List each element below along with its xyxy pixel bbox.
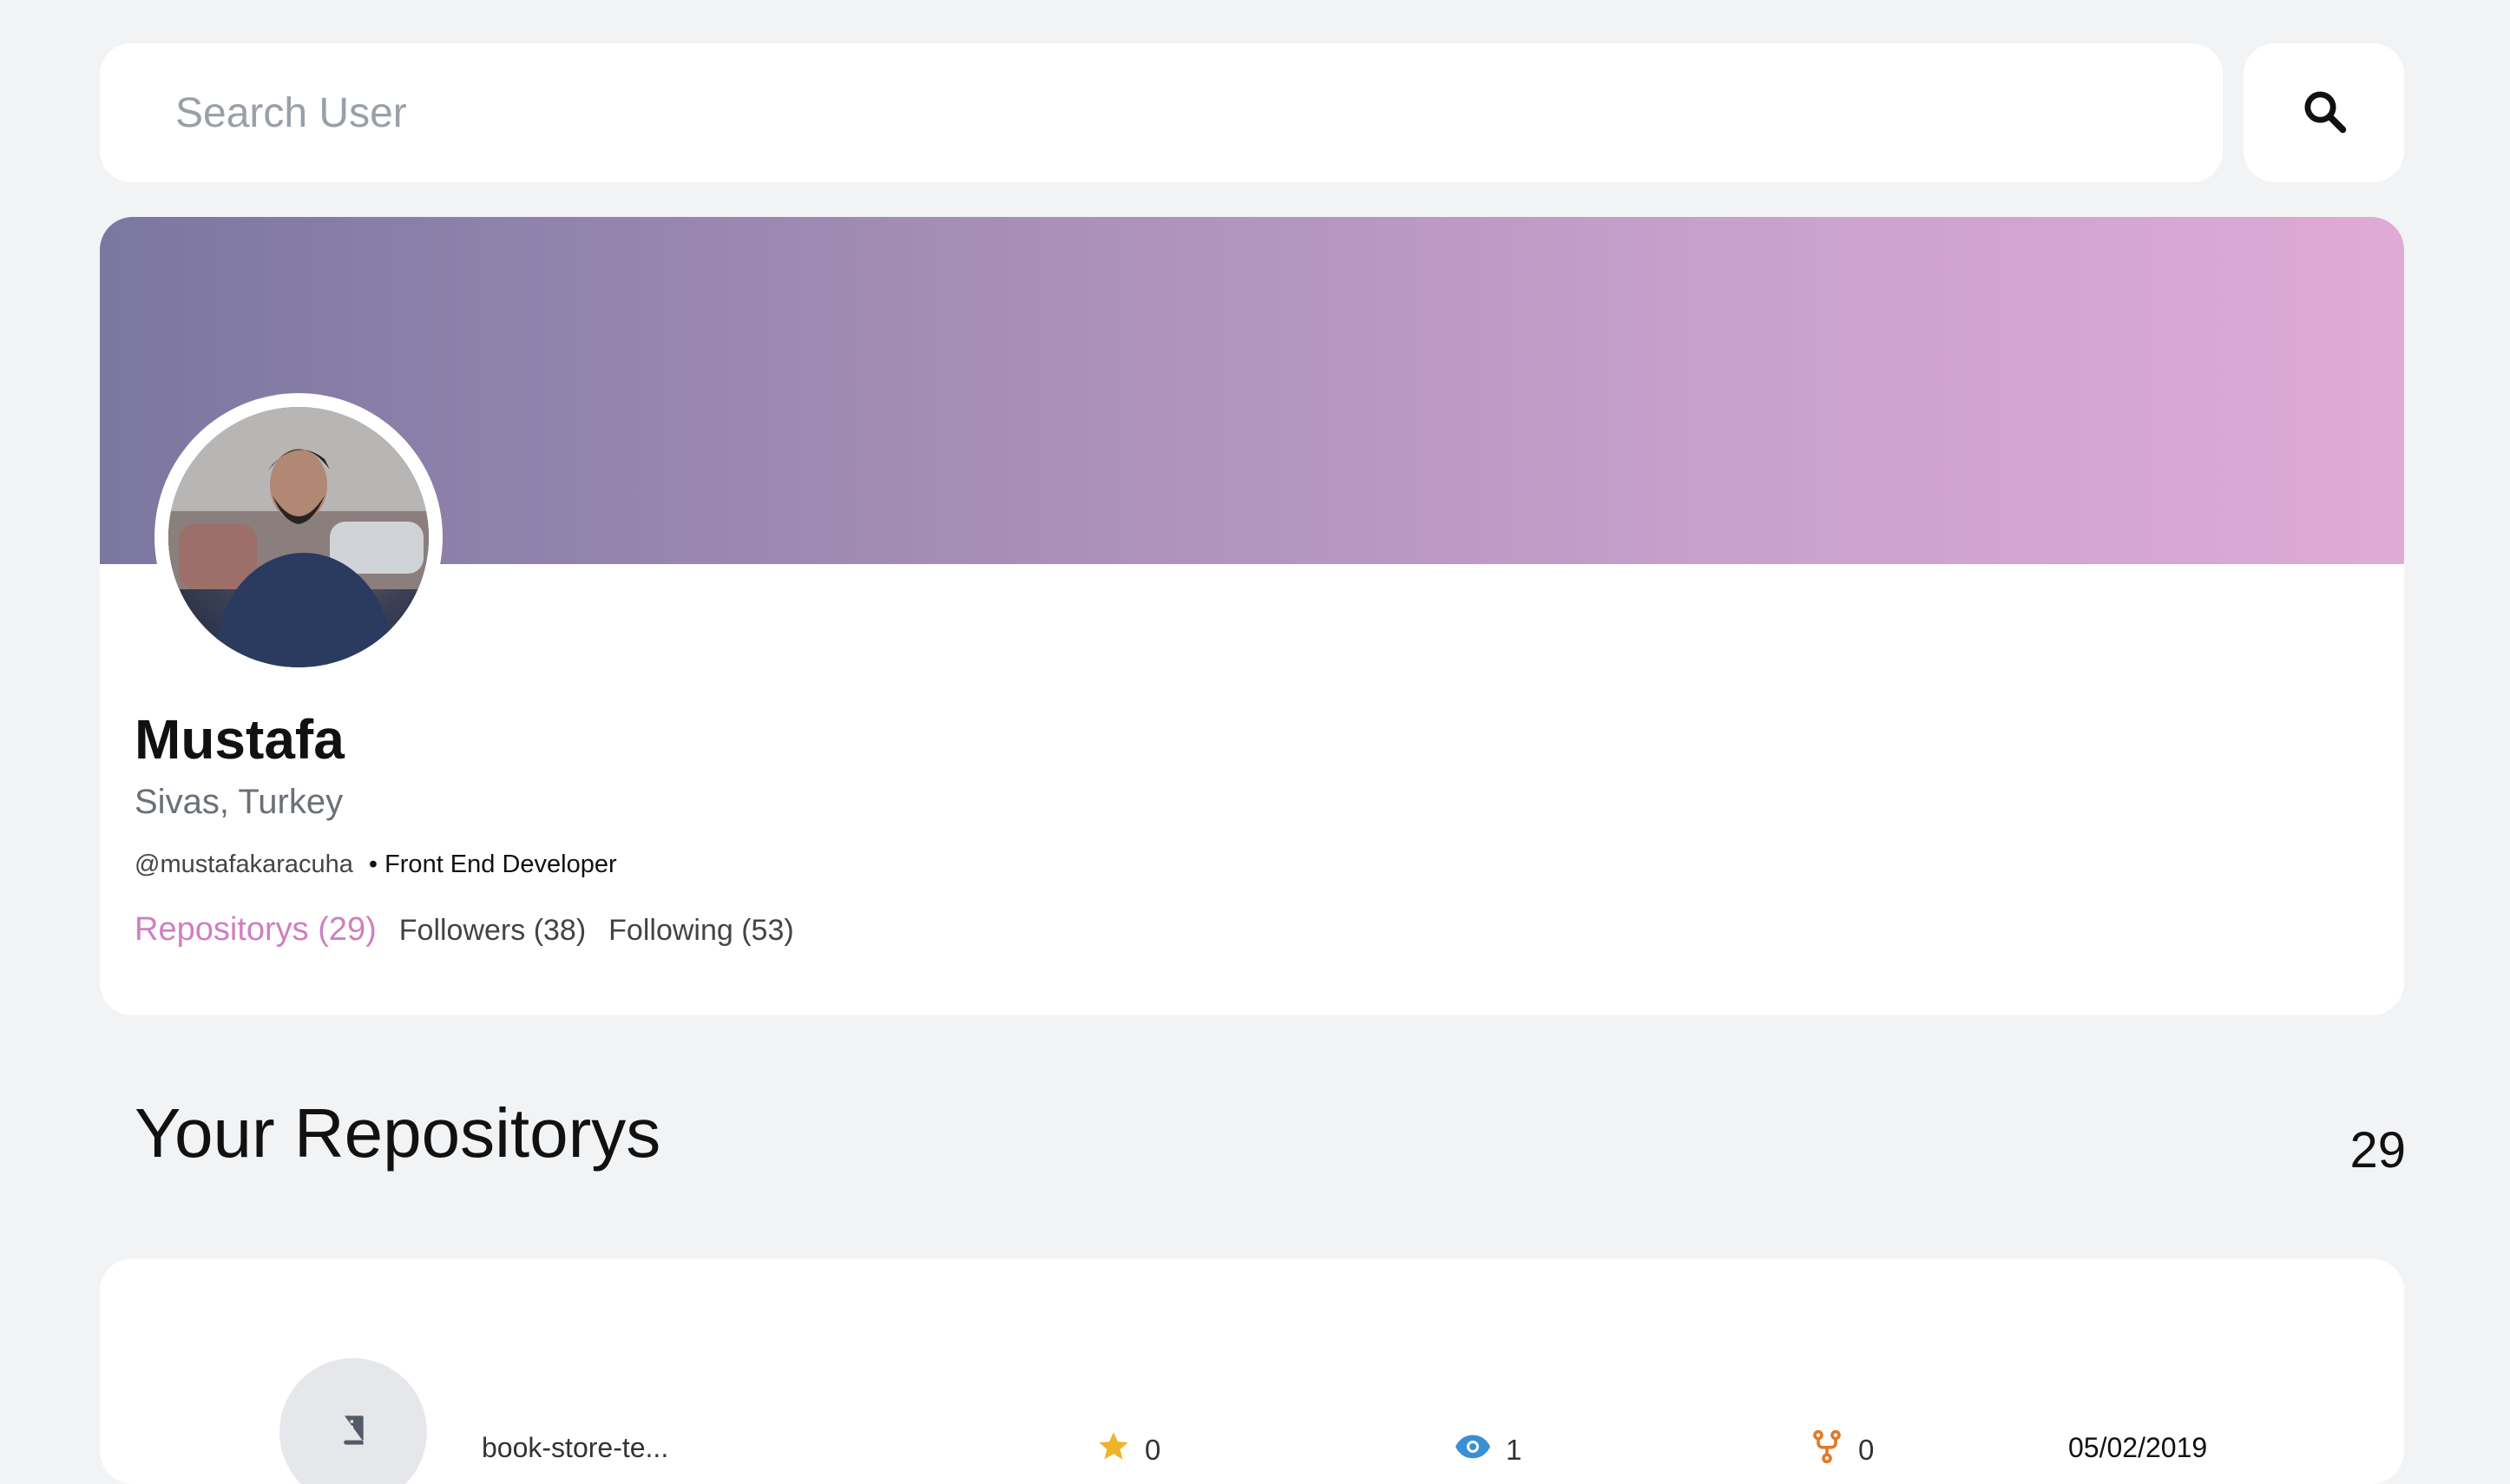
repo-count: 29	[2349, 1122, 2406, 1179]
search-input[interactable]	[174, 88, 2223, 138]
repo-watchers: 1	[1454, 1429, 1521, 1471]
repo-list: book-store-te... 0 1 0 05/02/2019	[100, 1258, 2404, 1484]
user-handle[interactable]: @mustafakaracuha	[135, 850, 353, 879]
tab-repositorys[interactable]: Repositorys (29)	[135, 911, 377, 949]
user-bio: Front End Developer	[384, 850, 617, 878]
user-meta: @mustafakaracuha • Front End Developer	[135, 850, 617, 879]
list-item[interactable]: book-store-te... 0 1 0 05/02/2019	[100, 1358, 2404, 1484]
repo-name[interactable]: book-store-te...	[482, 1432, 668, 1464]
search-bar	[100, 43, 2223, 182]
user-name: Mustafa	[135, 708, 345, 771]
search-icon	[2301, 88, 2348, 139]
repo-stars: 0	[1096, 1429, 1160, 1471]
user-location: Sivas, Turkey	[135, 783, 344, 821]
section-title: Your Repositorys	[135, 1094, 661, 1172]
repo-icon-wrap	[279, 1358, 427, 1484]
eye-icon	[1454, 1429, 1492, 1471]
stars-count: 0	[1145, 1434, 1161, 1466]
forks-count: 0	[1858, 1434, 1875, 1466]
profile-tabs: Repositorys (29) Followers (38) Followin…	[135, 911, 794, 949]
avatar-photo	[168, 407, 429, 667]
fork-icon	[1810, 1429, 1844, 1471]
avatar	[154, 393, 443, 681]
profile-card: Mustafa Sivas, Turkey @mustafakaracuha •…	[100, 217, 2404, 1015]
watchers-count: 1	[1506, 1434, 1522, 1466]
tab-followers[interactable]: Followers (38)	[399, 914, 586, 948]
tab-following[interactable]: Following (53)	[608, 914, 794, 948]
repo-forks: 0	[1810, 1429, 1874, 1471]
meta-separator: •	[368, 850, 378, 878]
star-icon	[1096, 1429, 1131, 1471]
search-button[interactable]	[2244, 43, 2404, 182]
repo-date: 05/02/2019	[2068, 1432, 2208, 1463]
profile-cover	[100, 217, 2404, 564]
book-icon	[336, 1413, 371, 1452]
